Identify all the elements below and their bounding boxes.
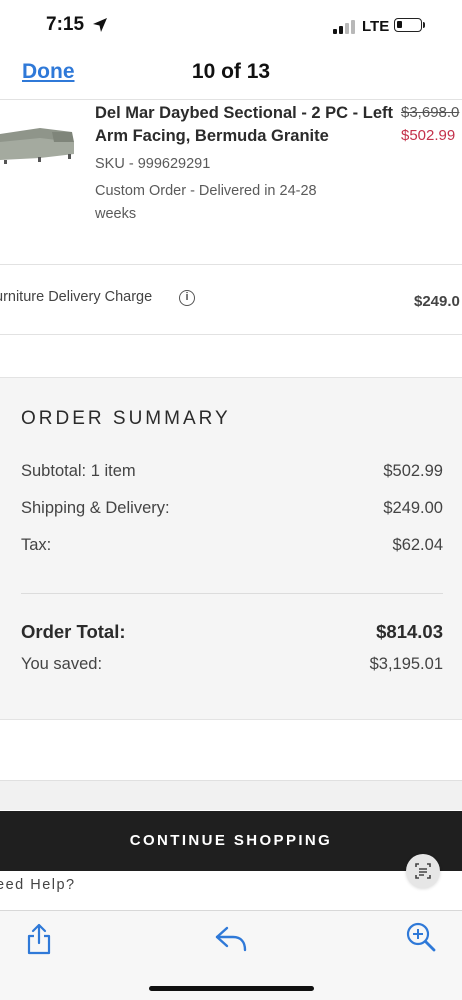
status-time: 7:15: [46, 14, 85, 35]
tax-label: Tax:: [21, 536, 52, 554]
divider: [0, 334, 462, 335]
subtotal-label: Subtotal: 1 item: [21, 462, 136, 480]
order-summary-heading: ORDER SUMMARY: [21, 408, 231, 429]
need-help-link[interactable]: eed Help?: [0, 877, 76, 893]
product-image[interactable]: [0, 124, 76, 166]
reply-icon[interactable]: [213, 922, 249, 956]
delivery-charge-label: urniture Delivery Charge: [0, 289, 153, 305]
location-arrow-icon: [93, 18, 107, 32]
battery-cap: [423, 22, 425, 28]
original-price: $3,698.0: [401, 104, 460, 121]
divider: [0, 99, 462, 100]
share-icon[interactable]: [24, 922, 54, 956]
signal-icon: [333, 20, 355, 34]
sale-price: $502.99: [401, 127, 456, 144]
tax-value: $62.04: [392, 536, 443, 554]
done-button[interactable]: Done: [22, 60, 75, 84]
you-saved-value: $3,195.01: [369, 655, 443, 673]
info-icon[interactable]: i: [179, 290, 195, 306]
continue-shopping-button[interactable]: CONTINUE SHOPPING: [0, 811, 462, 871]
network-label: LTE: [362, 18, 390, 35]
order-total-label: Order Total:: [21, 621, 126, 642]
scan-text-icon[interactable]: [406, 854, 440, 888]
battery-icon: [394, 18, 422, 32]
delivery-charge-price: $249.0: [414, 293, 460, 310]
subtotal-value: $502.99: [383, 462, 443, 480]
order-total-value: $814.03: [376, 621, 443, 642]
delivery-estimate: Custom Order - Delivered in 24-28 weeks: [95, 183, 317, 222]
divider: [0, 264, 462, 265]
product-title[interactable]: Del Mar Daybed Sectional - 2 PC - Left A…: [95, 102, 395, 148]
summary-divider: [21, 593, 443, 594]
section-separator: [0, 780, 462, 810]
zoom-in-icon[interactable]: [404, 920, 438, 954]
home-indicator: [149, 986, 314, 991]
shipping-value: $249.00: [383, 499, 443, 517]
shipping-label: Shipping & Delivery:: [21, 499, 170, 517]
you-saved-label: You saved:: [21, 655, 103, 673]
product-sku: SKU - 999629291: [95, 156, 211, 172]
